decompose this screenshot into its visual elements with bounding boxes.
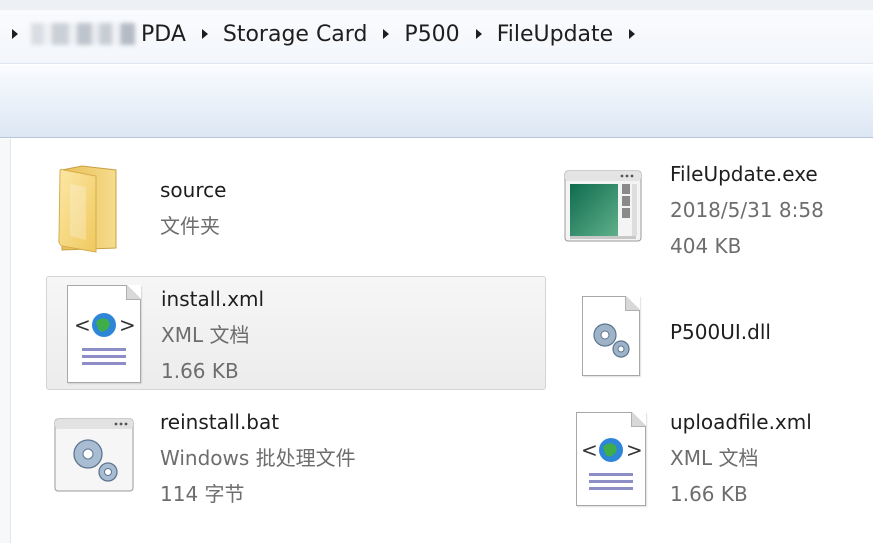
file-item-p500ui-dll[interactable]: P500UI.dll bbox=[556, 276, 866, 390]
file-type: 文件夹 bbox=[160, 214, 220, 238]
breadcrumb-arrow-icon[interactable] bbox=[12, 29, 18, 39]
svg-text:<: < bbox=[74, 313, 91, 337]
file-name: source bbox=[160, 178, 227, 202]
svg-text:>: > bbox=[626, 438, 643, 462]
file-modified-date: 2018/5/31 8:58 bbox=[670, 198, 824, 222]
breadcrumb-item-storage-card[interactable]: Storage Card bbox=[221, 20, 370, 49]
file-type: Windows 批处理文件 bbox=[160, 446, 356, 470]
svg-text:>: > bbox=[119, 313, 136, 337]
file-type: XML 文档 bbox=[670, 446, 759, 470]
xml-document-icon: < > bbox=[67, 285, 141, 383]
file-name: P500UI.dll bbox=[670, 320, 771, 344]
navigation-pane-edge bbox=[0, 139, 11, 543]
file-item-reinstall-bat[interactable]: reinstall.bat Windows 批处理文件 114 字节 bbox=[46, 400, 546, 512]
file-size: 1.66 KB bbox=[670, 482, 748, 506]
file-size: 404 KB bbox=[670, 234, 742, 258]
command-toolbar bbox=[0, 65, 873, 138]
breadcrumb-arrow-icon[interactable] bbox=[475, 29, 482, 39]
breadcrumb-item-pda[interactable]: PDA bbox=[139, 20, 188, 49]
breadcrumb-item-fileupdate[interactable]: FileUpdate bbox=[495, 20, 616, 49]
address-bar[interactable]: PDA Storage Card P500 FileUpdate bbox=[0, 0, 873, 64]
breadcrumb-item-p500[interactable]: P500 bbox=[402, 20, 461, 49]
file-item-source[interactable]: source 文件夹 bbox=[46, 158, 546, 262]
folder-icon bbox=[58, 165, 117, 253]
breadcrumb-arrow-icon[interactable] bbox=[629, 29, 636, 39]
file-item-fileupdate-exe[interactable]: FileUpdate.exe 2018/5/31 8:58 404 KB bbox=[556, 158, 866, 262]
dll-gear-icon bbox=[582, 296, 640, 376]
file-name: reinstall.bat bbox=[160, 410, 280, 434]
application-icon bbox=[564, 170, 642, 242]
window-top-edge bbox=[0, 0, 873, 10]
file-name: uploadfile.xml bbox=[670, 410, 812, 434]
breadcrumb-arrow-icon[interactable] bbox=[201, 29, 208, 39]
file-name: FileUpdate.exe bbox=[670, 162, 818, 186]
file-item-uploadfile-xml[interactable]: < > uploadfile.xml XML 文档 1.66 KB bbox=[556, 400, 866, 512]
file-size: 114 字节 bbox=[160, 482, 245, 506]
file-name: install.xml bbox=[161, 287, 265, 311]
file-item-install-xml[interactable]: < > install.xml XML 文档 1.66 KB bbox=[46, 276, 546, 390]
breadcrumb: PDA Storage Card P500 FileUpdate bbox=[8, 19, 648, 49]
breadcrumb-blurred-segment[interactable] bbox=[31, 23, 135, 45]
file-size: 1.66 KB bbox=[161, 359, 239, 383]
batch-gear-icon bbox=[54, 418, 134, 492]
svg-text:<: < bbox=[581, 438, 598, 462]
file-type: XML 文档 bbox=[161, 323, 250, 347]
xml-document-icon: < > bbox=[576, 412, 646, 506]
breadcrumb-arrow-icon[interactable] bbox=[383, 29, 390, 39]
